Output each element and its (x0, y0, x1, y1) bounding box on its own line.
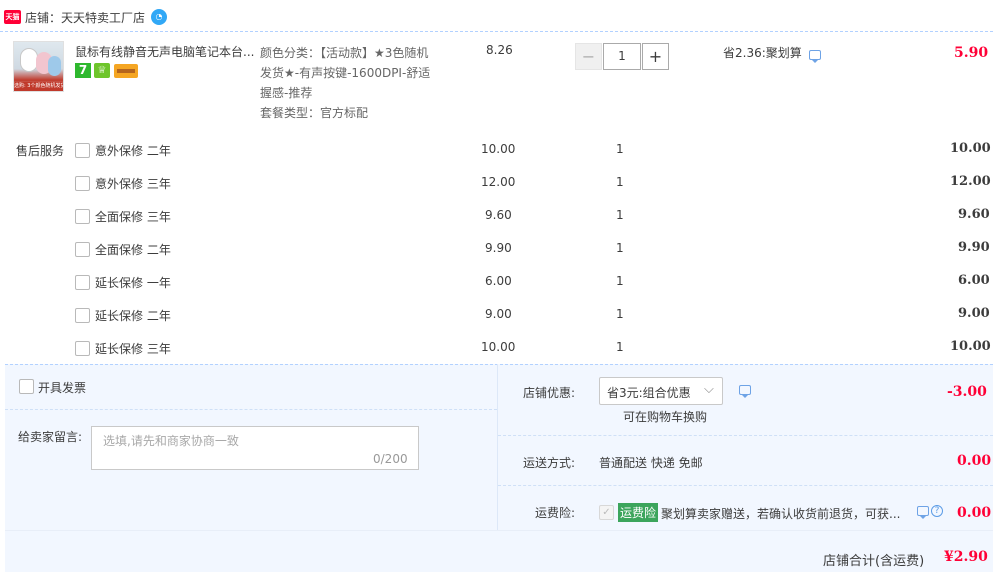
comment-icon[interactable] (739, 385, 751, 398)
service-checkbox[interactable] (75, 275, 90, 290)
shipping-label: 运送方式: (523, 456, 576, 470)
coupon-amount: -3.00 (947, 384, 987, 400)
coupon-hint: 可在购物车换购 (623, 410, 708, 424)
service-total: 9.90 (958, 240, 990, 255)
service-checkbox[interactable] (75, 209, 90, 224)
service-price: 6.00 (485, 274, 512, 288)
service-total: 10.00 (950, 141, 991, 156)
service-qty: 1 (616, 208, 624, 222)
shipping-value: 普通配送 快递 免邮 (599, 456, 703, 470)
service-qty: 1 (616, 175, 624, 189)
quantity-decrease-button[interactable]: − (575, 43, 602, 70)
insurance-tag: 运费险 (618, 503, 659, 522)
service-checkbox[interactable] (75, 308, 90, 323)
discount-info: 省2.36:聚划算 (723, 46, 802, 60)
service-total: 10.00 (950, 339, 991, 354)
message-counter: 0/200 (373, 452, 408, 466)
sku-line: 套餐类型：官方标配 (260, 106, 369, 120)
service-total: 12.00 (950, 174, 991, 189)
service-price: 10.00 (481, 340, 516, 354)
insurance-amount: 0.00 (957, 505, 992, 521)
comment-icon[interactable] (809, 50, 821, 63)
wangwang-chat-icon[interactable]: ◔ (151, 9, 167, 25)
invoice-label: 开具发票 (38, 381, 87, 395)
message-placeholder: 选填,请先和商家协商一致 (103, 434, 239, 448)
shop-name-link[interactable]: 店铺：天天特卖工厂店 (25, 9, 145, 26)
service-total: 6.00 (958, 273, 990, 288)
credit-card-icon (114, 64, 138, 78)
invoice-checkbox[interactable] (19, 379, 34, 394)
divider (498, 485, 993, 486)
coupon-selected-value: 省3元:组合优惠 (607, 386, 691, 400)
seller-message-input[interactable]: 选填,请先和商家协商一致 0/200 (91, 426, 419, 470)
sku-line: 握感-推荐 (260, 86, 313, 100)
unit-price: 8.26 (486, 43, 513, 57)
service-checkbox[interactable] (75, 143, 90, 158)
service-name: 全面保修 二年 (95, 243, 171, 257)
service-qty: 1 (616, 340, 624, 354)
shipping-amount: 0.00 (957, 453, 992, 469)
insurance-description: 聚划算卖家赠送，若确认收货前退货，可获... (661, 507, 901, 521)
shop-total-amount: ¥2.90 (944, 549, 988, 565)
service-price: 9.00 (485, 307, 512, 321)
product-thumbnail[interactable]: 选购: 3个颜色随机发货 (13, 41, 64, 92)
service-name: 意外保修 三年 (95, 177, 171, 191)
service-qty: 1 (616, 274, 624, 288)
service-checkbox[interactable] (75, 341, 90, 356)
divider (5, 409, 497, 410)
coupon-select[interactable]: 省3元:组合优惠 ⌵ (599, 377, 723, 405)
insurance-label: 运费险: (535, 506, 576, 520)
service-qty: 1 (616, 241, 624, 255)
service-qty: 1 (616, 307, 624, 321)
after-sales-label: 售后服务 (16, 144, 65, 158)
service-name: 延长保修 二年 (95, 309, 171, 323)
service-checkbox[interactable] (75, 242, 90, 257)
sku-line: 颜色分类：【活动款】★3色随机 (260, 46, 429, 60)
panel-divider (497, 364, 498, 530)
service-total: 9.00 (958, 306, 990, 321)
sku-line: 发货★-有声按键-1600DPI-舒适 (260, 66, 431, 80)
divider (498, 435, 993, 436)
item-subtotal: 5.90 (954, 45, 989, 61)
comment-icon[interactable] (917, 506, 929, 519)
seven-day-return-badge: 7 (75, 63, 91, 78)
quantity-input[interactable]: 1 (603, 43, 641, 70)
trade-guarantee-icon: ♕ (94, 63, 110, 78)
service-name: 意外保修 二年 (95, 144, 171, 158)
quantity-increase-button[interactable]: + (642, 43, 669, 70)
service-price: 9.60 (485, 208, 512, 222)
shop-header (0, 0, 993, 32)
service-name: 延长保修 一年 (95, 276, 171, 290)
service-price: 9.90 (485, 241, 512, 255)
shop-total-label: 店铺合计(含运费) (823, 554, 925, 569)
service-total: 9.60 (958, 207, 990, 222)
chevron-down-icon: ⌵ (704, 382, 714, 397)
help-icon[interactable]: ? (931, 505, 943, 517)
message-label: 给卖家留言: (18, 430, 83, 444)
product-title-link[interactable]: 鼠标有线静音无声电脑笔记本台... (75, 43, 255, 60)
sku-properties: 颜色分类：【活动款】★3色随机 发货★-有声按键-1600DPI-舒适 握感-推… (260, 43, 445, 123)
tmall-logo-icon: 天猫 (4, 10, 21, 24)
service-price: 10.00 (481, 142, 516, 156)
insurance-checkbox[interactable]: ✓ (599, 505, 614, 520)
service-price: 12.00 (481, 175, 516, 189)
service-name: 延长保修 三年 (95, 342, 171, 356)
service-qty: 1 (616, 142, 624, 156)
shop-coupon-label: 店铺优惠: (523, 386, 576, 400)
service-checkbox[interactable] (75, 176, 90, 191)
thumbnail-caption: 选购: 3个颜色随机发货 (14, 82, 64, 91)
service-name: 全面保修 三年 (95, 210, 171, 224)
